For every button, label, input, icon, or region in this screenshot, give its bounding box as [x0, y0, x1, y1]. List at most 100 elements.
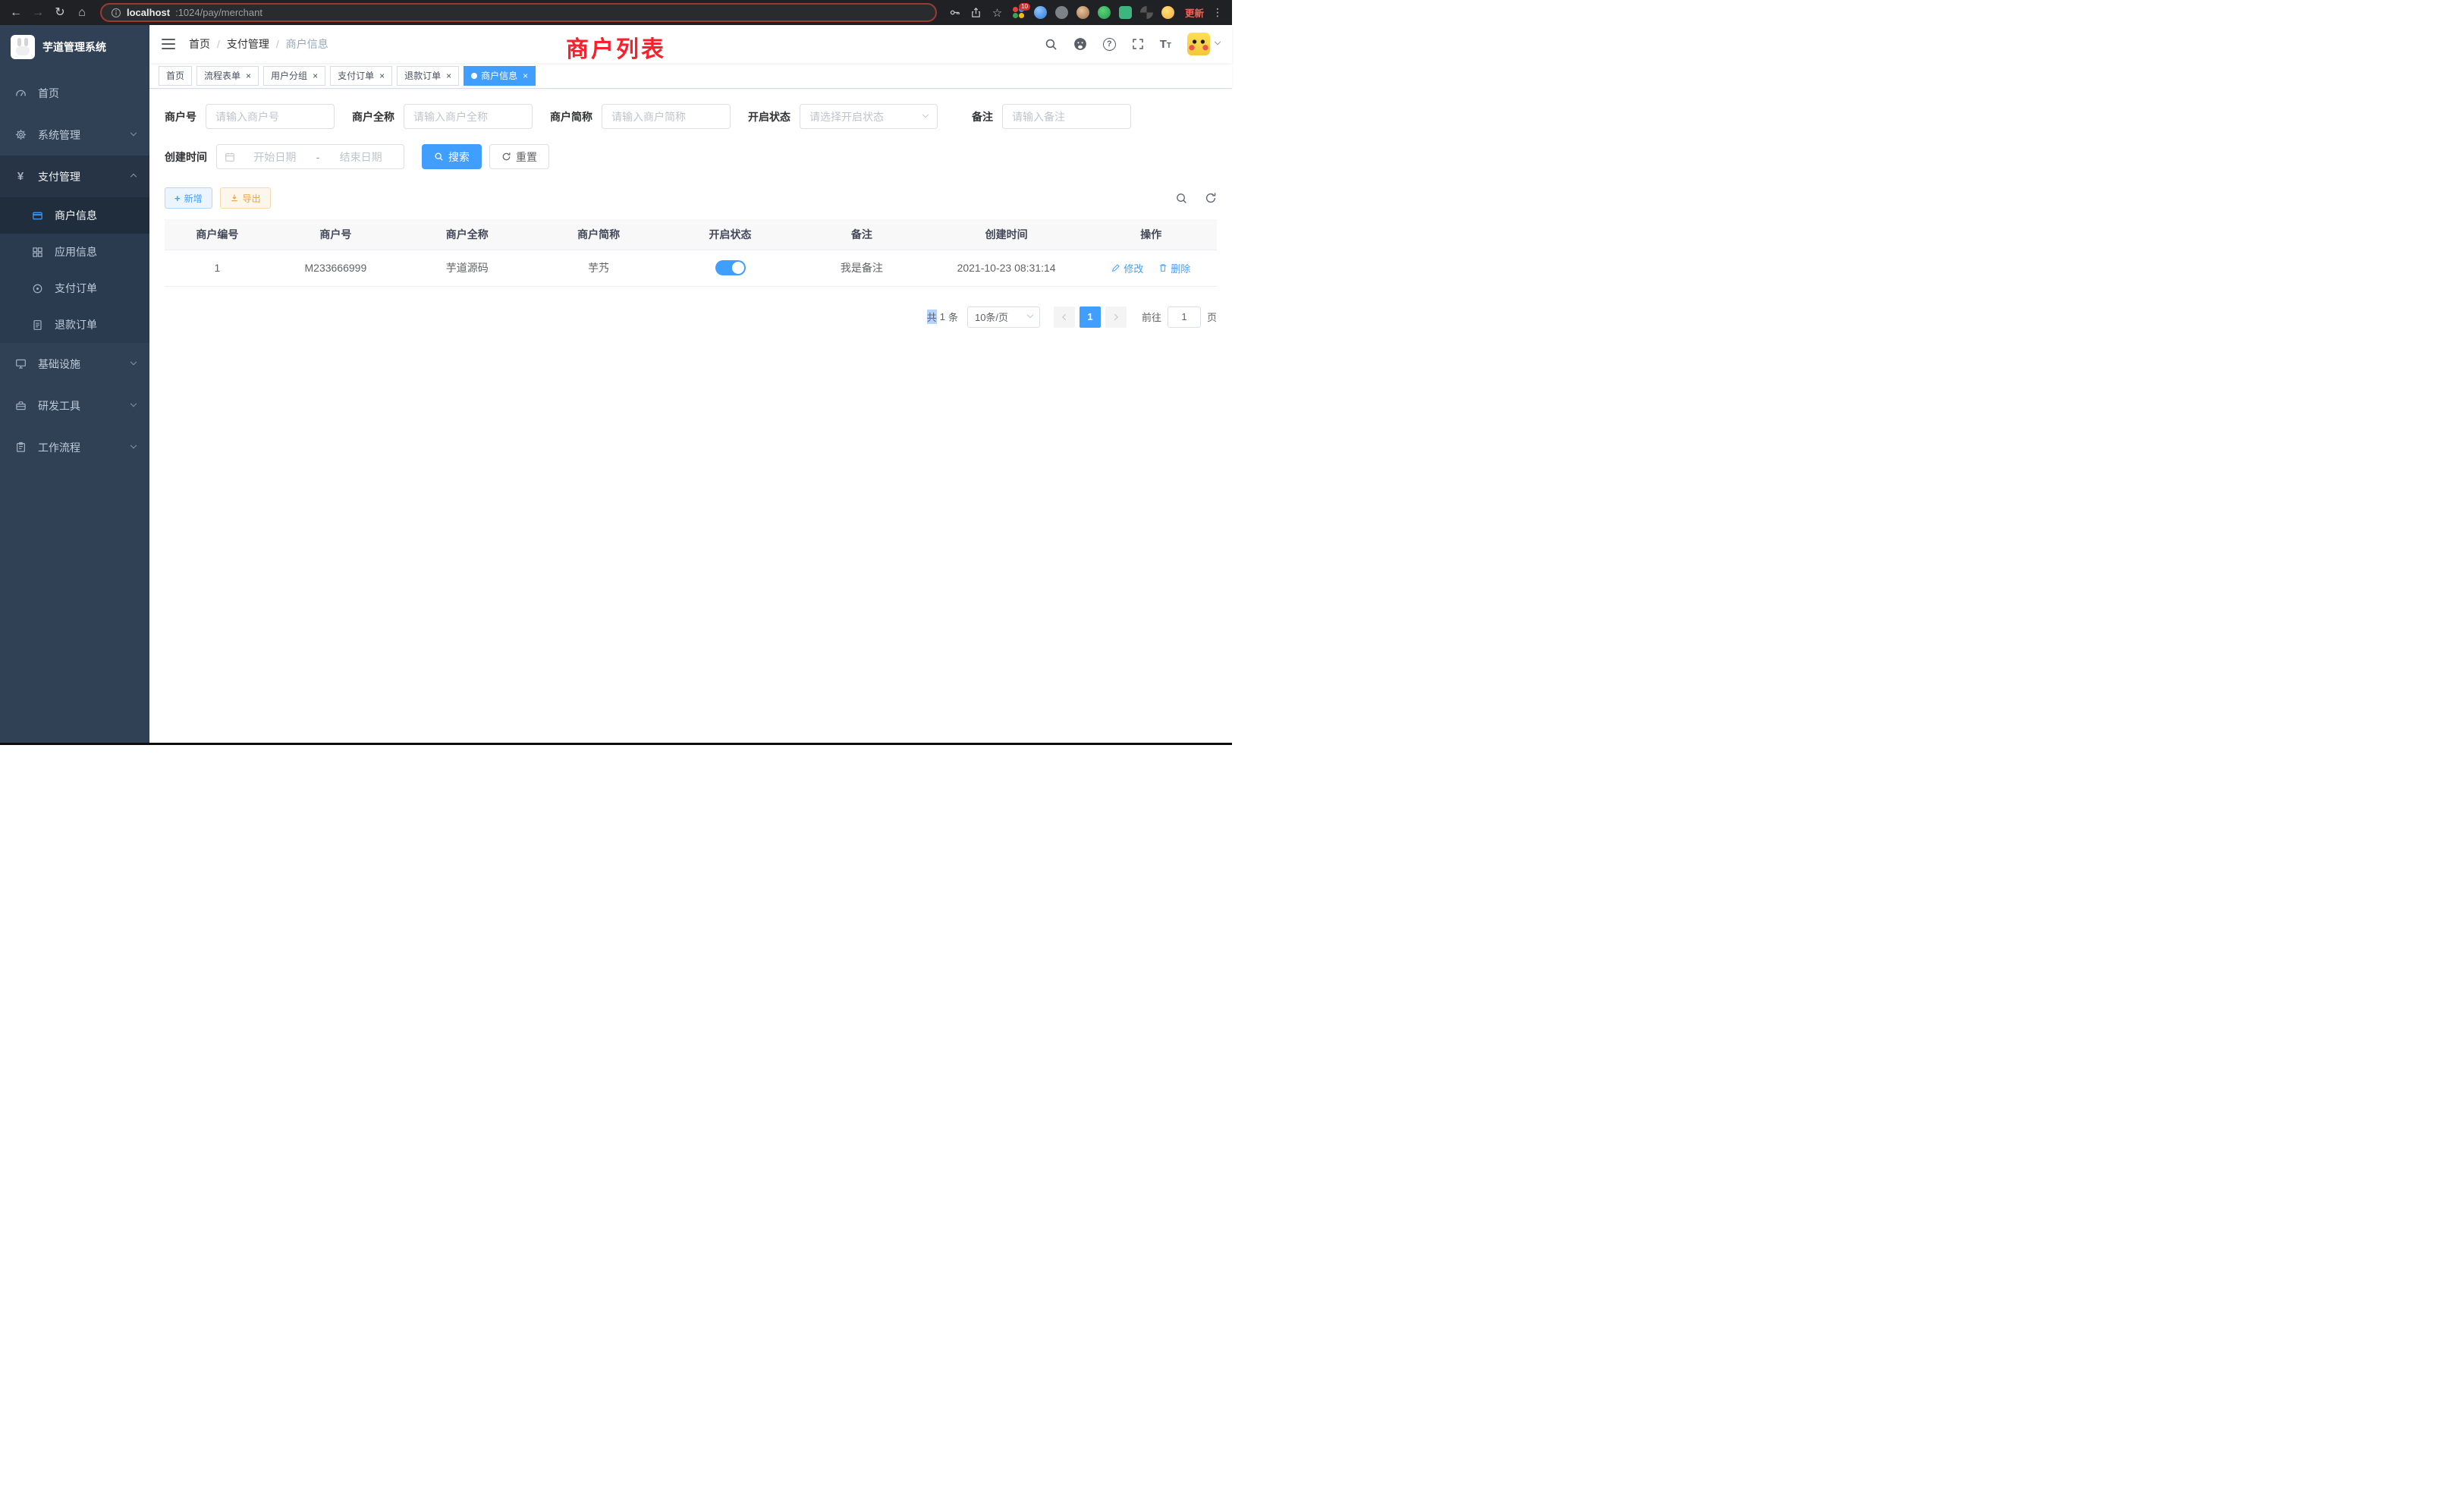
yen-icon: ¥: [14, 170, 27, 183]
avatar[interactable]: [1187, 33, 1210, 55]
end-date-input[interactable]: [325, 151, 396, 163]
site-info-icon[interactable]: [111, 8, 121, 18]
extension-badge: 10: [1019, 3, 1030, 11]
font-size-icon[interactable]: TT: [1160, 39, 1171, 50]
sidebar-logo[interactable]: 芋道管理系统: [0, 25, 149, 69]
col-short-name: 商户简称: [533, 219, 664, 250]
tab-home[interactable]: 首页: [159, 66, 192, 86]
merchant-table: 商户编号 商户号 商户全称 商户简称 开启状态 备注 创建时间 操作 1 M23…: [165, 219, 1217, 287]
col-actions: 操作: [1086, 219, 1217, 250]
cell-create-time: 2021-10-23 08:31:14: [928, 250, 1086, 286]
sidebar-item-app-info[interactable]: 应用信息: [0, 234, 149, 270]
browser-reload-icon[interactable]: ↻: [53, 7, 67, 19]
current-page[interactable]: 1: [1080, 306, 1101, 328]
fullscreen-icon[interactable]: [1132, 38, 1144, 50]
sidebar-item-merchant-info[interactable]: 商户信息: [0, 197, 149, 234]
status-label: 开启状态: [748, 109, 800, 124]
tags-view: 首页 流程表单 × 用户分组 × 支付订单 × 退款订单 × 商户信息 ×: [149, 63, 1232, 89]
edit-button[interactable]: 修改: [1111, 261, 1143, 275]
sidebar-item-payment-order[interactable]: 支付订单: [0, 270, 149, 306]
plus-icon: +: [174, 193, 181, 203]
page-size-select[interactable]: 10条/页: [967, 306, 1040, 328]
close-icon[interactable]: ×: [246, 71, 251, 80]
status-toggle[interactable]: [715, 260, 746, 275]
browser-forward-icon[interactable]: →: [31, 7, 45, 19]
refresh-icon[interactable]: [1205, 192, 1217, 204]
remark-input[interactable]: [1012, 111, 1121, 123]
pagination: 共 1 条 10条/页 1 前往 页: [165, 306, 1217, 328]
sidebar-item-home[interactable]: 首页: [0, 72, 149, 114]
close-icon[interactable]: ×: [313, 71, 318, 80]
status-select[interactable]: 请选择开启状态: [800, 104, 938, 129]
prev-page-button[interactable]: [1054, 306, 1075, 328]
browser-menu-icon[interactable]: ⋮: [1212, 6, 1223, 19]
table-row: 1 M233666999 芋道源码 芋艿 我是备注 2021-10-23 08:…: [165, 250, 1217, 286]
create-time-label: 创建时间: [165, 149, 216, 165]
extension-emoji-icon[interactable]: [1161, 6, 1174, 19]
search-icon[interactable]: [1045, 38, 1058, 51]
password-key-icon[interactable]: [948, 6, 961, 19]
tab-refund-order[interactable]: 退款订单 ×: [397, 66, 459, 86]
close-icon[interactable]: ×: [523, 71, 528, 80]
sidebar: 芋道管理系统 首页 系统管理 ¥ 支付管理: [0, 25, 149, 743]
user-menu[interactable]: [1187, 33, 1220, 55]
reset-button[interactable]: 重置: [489, 144, 549, 169]
breadcrumb-payment[interactable]: 支付管理: [227, 36, 269, 52]
app-frame: 芋道管理系统 首页 系统管理 ¥ 支付管理: [0, 25, 1232, 743]
share-icon[interactable]: [970, 6, 982, 19]
toggle-search-icon[interactable]: [1175, 192, 1188, 205]
pagination-total: 共 1 条: [927, 310, 958, 324]
filter-row-1: 商户号 商户全称 商户简称: [165, 104, 1217, 129]
export-button[interactable]: 导出: [220, 187, 271, 209]
github-icon[interactable]: [1073, 37, 1087, 51]
extension-pinwheel-icon[interactable]: [1140, 6, 1153, 19]
breadcrumb-home[interactable]: 首页: [189, 36, 210, 52]
sidebar-item-refund-order[interactable]: 退款订单: [0, 306, 149, 343]
full-name-input[interactable]: [413, 111, 523, 123]
start-date-input[interactable]: [240, 151, 310, 163]
extension-green-square-icon[interactable]: [1119, 6, 1132, 19]
address-bar[interactable]: localhost:1024/pay/merchant: [100, 3, 937, 22]
extension-green-circle-icon[interactable]: [1098, 6, 1111, 19]
browser-update-button[interactable]: 更新: [1185, 5, 1204, 20]
goto-page-input[interactable]: [1168, 306, 1201, 328]
tab-merchant-info[interactable]: 商户信息 ×: [464, 66, 536, 86]
cell-remark: 我是备注: [796, 250, 927, 286]
toolbox-icon: [14, 400, 27, 411]
extension-blue-icon[interactable]: [1034, 6, 1047, 19]
close-icon[interactable]: ×: [379, 71, 385, 80]
col-remark: 备注: [796, 219, 927, 250]
delete-button[interactable]: 删除: [1158, 261, 1190, 275]
browser-back-icon[interactable]: ←: [9, 7, 23, 19]
cell-full-name: 芋道源码: [401, 250, 533, 286]
tab-user-group[interactable]: 用户分组 ×: [263, 66, 325, 86]
search-button[interactable]: 搜索: [422, 144, 482, 169]
monitor-icon: [14, 358, 27, 369]
full-name-label: 商户全称: [352, 109, 404, 124]
help-icon[interactable]: ?: [1103, 38, 1116, 51]
sidebar-item-payment[interactable]: ¥ 支付管理: [0, 156, 149, 197]
bookmark-star-icon[interactable]: ☆: [991, 6, 1004, 19]
extension-gray-icon[interactable]: [1055, 6, 1068, 19]
short-name-input[interactable]: [611, 111, 721, 123]
sidebar-item-dev-tools[interactable]: 研发工具: [0, 385, 149, 426]
extensions-icon[interactable]: 10: [1012, 6, 1026, 20]
calendar-icon: [225, 152, 235, 162]
cell-status: [665, 250, 796, 286]
sidebar-item-workflow[interactable]: 工作流程: [0, 426, 149, 468]
chevron-down-icon: [130, 129, 137, 135]
sidebar-item-infrastructure[interactable]: 基础设施: [0, 343, 149, 385]
cell-merchant-id: 1: [165, 250, 270, 286]
extension-avatar-icon[interactable]: [1076, 6, 1089, 19]
merchant-no-input[interactable]: [215, 111, 325, 123]
next-page-button[interactable]: [1105, 306, 1127, 328]
sidebar-item-system[interactable]: 系统管理: [0, 114, 149, 156]
tab-payment-order[interactable]: 支付订单 ×: [330, 66, 392, 86]
main-area: 首页 / 支付管理 / 商户信息 ?: [149, 25, 1232, 743]
browser-home-icon[interactable]: ⌂: [75, 7, 89, 19]
create-time-range[interactable]: -: [216, 144, 404, 169]
tab-process-form[interactable]: 流程表单 ×: [196, 66, 259, 86]
hamburger-icon[interactable]: [162, 39, 175, 49]
add-button[interactable]: + 新增: [165, 187, 212, 209]
close-icon[interactable]: ×: [446, 71, 451, 80]
